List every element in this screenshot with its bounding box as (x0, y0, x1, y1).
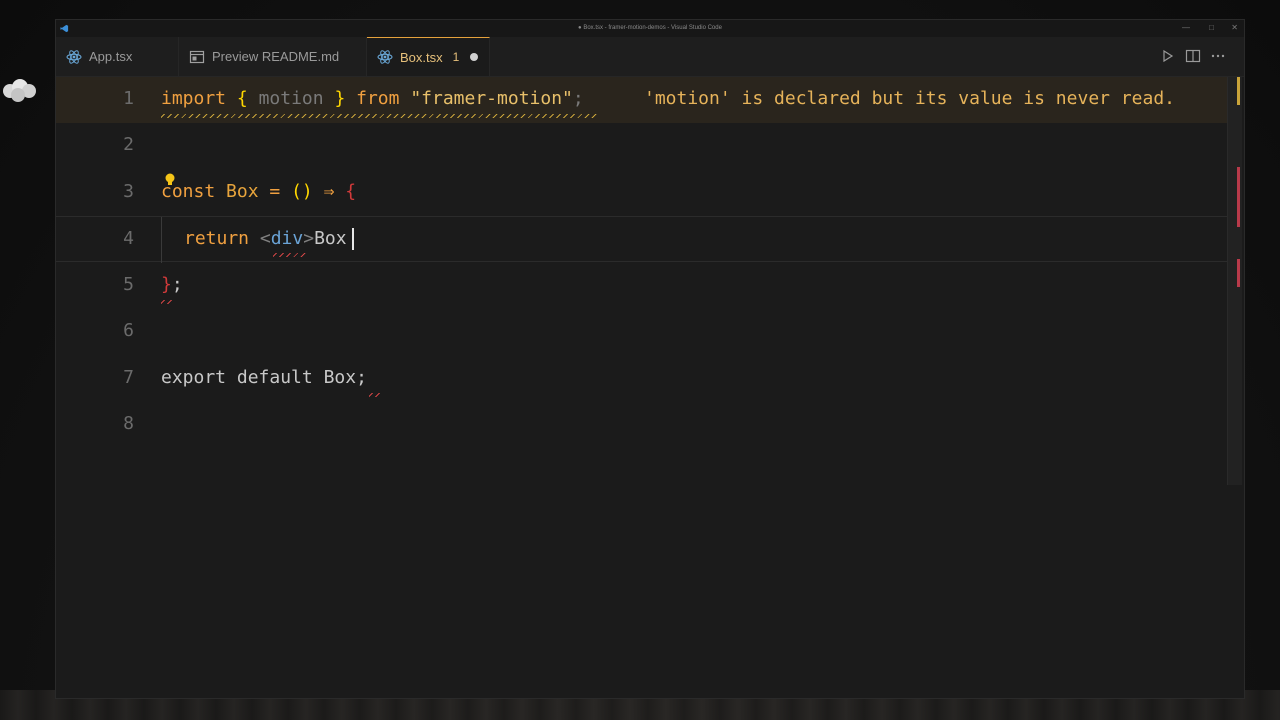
tab-label: Box.tsx (400, 49, 443, 65)
minimize-button[interactable]: — (1182, 23, 1190, 32)
problems-count-badge: 1 (452, 50, 460, 64)
title-bar: ● Box.tsx - framer-motion-demos - Visual… (56, 20, 1244, 37)
text-cursor (352, 228, 354, 250)
identifier: Box (226, 181, 259, 202)
line-number: 4 (123, 228, 134, 249)
keyword: import (161, 88, 227, 109)
react-icon (377, 50, 393, 64)
inline-diagnostic: 'motion' is declared but its value is ne… (644, 88, 1176, 109)
code-line-6[interactable]: 6 (56, 309, 1232, 355)
brace: { (236, 88, 248, 109)
error-squiggle (161, 300, 172, 304)
unsaved-dot-icon[interactable] (470, 53, 479, 61)
warning-squiggle (161, 114, 598, 118)
code-text: export default Box; (161, 367, 367, 388)
close-window-button[interactable]: ✕ (1231, 23, 1238, 32)
code-text: const Box = () ⇒ { (161, 181, 356, 202)
error-squiggle (369, 393, 380, 397)
code-line-1[interactable]: 1 import { motion } from "framer-motion"… (56, 77, 1232, 123)
keyword: default (236, 367, 313, 388)
maximize-button[interactable]: □ (1209, 23, 1214, 32)
warning-marker (1237, 77, 1240, 105)
code-line-7[interactable]: 7 export default Box; (56, 356, 1232, 402)
tab-box-tsx[interactable]: Box.tsx 1 (367, 37, 490, 76)
react-icon (66, 49, 82, 64)
jsx-text: Box (314, 228, 347, 249)
tab-label: Preview README.md (212, 49, 340, 64)
line-number: 5 (123, 274, 134, 295)
code-text: }; (161, 274, 183, 295)
parens: () (291, 181, 313, 202)
tab-app-tsx[interactable]: App.tsx (56, 37, 179, 76)
brace: } (334, 88, 346, 109)
keyword: const (161, 181, 216, 202)
line-number: 6 (123, 320, 134, 341)
code-line-8[interactable]: 8 (56, 402, 1232, 448)
line-number: 8 (123, 413, 134, 434)
keyword: from (356, 88, 400, 109)
identifier: Box (323, 367, 357, 388)
window-title: ● Box.tsx - framer-motion-demos - Visual… (578, 25, 722, 31)
cloud-decoration (3, 79, 36, 102)
jsx-tag: div (270, 228, 304, 249)
semicolon: ; (572, 88, 584, 109)
keyword: return (184, 228, 250, 249)
keyword: export (161, 367, 227, 388)
preview-icon (189, 50, 205, 63)
split-editor-icon[interactable] (1185, 48, 1201, 64)
more-icon[interactable] (1210, 48, 1226, 64)
run-icon[interactable] (1161, 49, 1175, 63)
identifier: motion (258, 88, 324, 109)
semicolon: ; (356, 367, 367, 388)
line-number: 3 (123, 181, 134, 202)
angle-bracket: > (303, 228, 315, 249)
editor-scrollbar[interactable] (1227, 77, 1242, 485)
tab-label: App.tsx (89, 49, 133, 64)
code-line-3[interactable]: 3 const Box = () ⇒ { (56, 170, 1232, 216)
tab-preview-readme[interactable]: Preview README.md (179, 37, 367, 76)
error-marker (1237, 259, 1240, 287)
angle-bracket: < (259, 228, 271, 249)
code-text: return <div>Box (184, 228, 347, 249)
semicolon: ; (171, 274, 183, 295)
operator: = (269, 181, 281, 202)
tab-bar: App.tsx Preview README.md Box.tsx 1 (56, 37, 1244, 77)
line-number: 2 (123, 134, 134, 155)
indent-guide (161, 217, 162, 263)
code-line-4[interactable]: 4 return <div>Box (56, 216, 1232, 263)
code-text: import { motion } from "framer-motion"; (161, 88, 584, 109)
arrow: ⇒ (323, 181, 335, 202)
line-number: 7 (123, 367, 134, 388)
code-line-5[interactable]: 5 }; (56, 263, 1232, 309)
code-editor[interactable]: 1 import { motion } from "framer-motion"… (56, 77, 1244, 697)
brace: } (161, 274, 172, 295)
brace: { (345, 181, 357, 202)
code-line-2[interactable]: 2 (56, 123, 1232, 169)
line-number: 1 (123, 88, 134, 109)
vscode-window: ● Box.tsx - framer-motion-demos - Visual… (55, 19, 1245, 699)
error-squiggle (273, 253, 306, 257)
error-marker (1237, 167, 1240, 227)
string: "framer-motion" (410, 88, 573, 109)
